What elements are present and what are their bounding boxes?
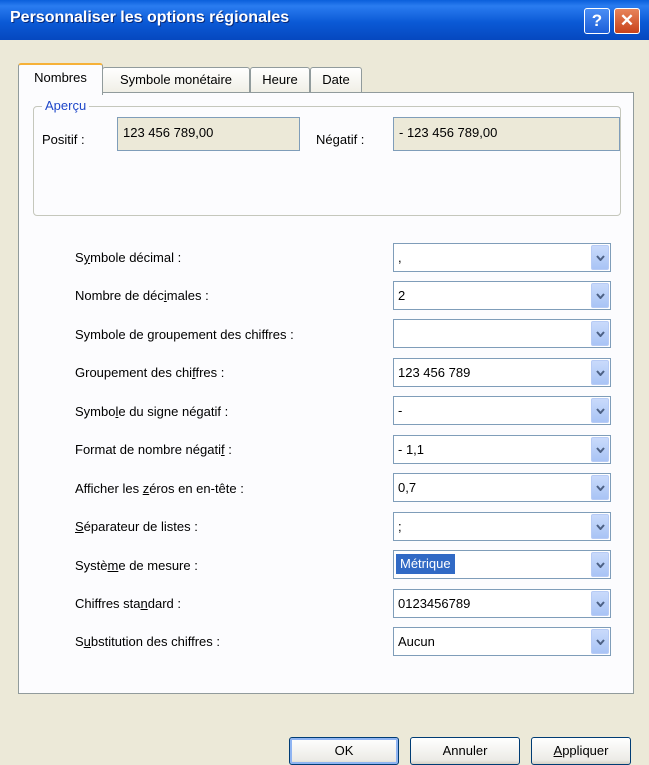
digit-substitution-combo[interactable]: Aucun [393,627,611,656]
chevron-down-icon[interactable] [591,437,609,462]
chevron-down-icon[interactable] [591,360,609,385]
combo-value: ; [398,519,402,534]
negative-preview: - 123 456 789,00 [393,117,620,151]
dialog-body: Nombres Symbole monétaire Heure Date Ape… [6,40,649,765]
combo-value: 123 456 789 [398,365,471,380]
label-standard-digits: Chiffres standard : [75,596,181,611]
preview-legend: Aperçu [42,98,90,113]
combo-value-selected: Métrique [396,554,455,574]
tab-heure[interactable]: Heure [250,67,310,92]
decimal-count-combo[interactable]: 2 [393,281,611,310]
negative-format-combo[interactable]: - 1,1 [393,435,611,464]
close-button[interactable]: ✕ [614,8,640,34]
digit-grouping-combo[interactable]: 123 456 789 [393,358,611,387]
leading-zeros-combo[interactable]: 0,7 [393,473,611,502]
combo-value: Aucun [398,634,435,649]
chevron-down-icon[interactable] [591,514,609,539]
label-digit-grouping: Groupement des chiffres : [75,365,225,380]
chevron-down-icon[interactable] [591,283,609,308]
chevron-down-icon[interactable] [591,629,609,654]
positive-preview: 123 456 789,00 [117,117,300,151]
grouping-symbol-combo[interactable] [393,319,611,348]
preview-group: Aperçu Positif : 123 456 789,00 Négatif … [33,98,621,216]
decimal-symbol-combo[interactable]: , [393,243,611,272]
label-list-separator: Séparateur de listes : [75,519,198,534]
combo-value: 0123456789 [398,596,471,611]
cancel-button[interactable]: Annuler [410,737,520,765]
label-decimal-symbol: Symbole décimal : [75,250,182,265]
tab-symbole-monetaire[interactable]: Symbole monétaire [102,67,250,92]
label-grouping-symbol: Symbole de groupement des chiffres : [75,327,294,342]
measurement-system-combo[interactable]: Métrique [393,550,611,579]
help-button[interactable]: ? [584,8,610,34]
label-measurement-system: Système de mesure : [75,558,198,573]
apply-button[interactable]: Appliquer [531,737,631,765]
chevron-down-icon[interactable] [591,552,609,577]
chevron-down-icon[interactable] [591,591,609,616]
negative-label: Négatif : [316,132,365,147]
list-separator-combo[interactable]: ; [393,512,611,541]
chevron-down-icon[interactable] [591,475,609,500]
tab-nombres[interactable]: Nombres [18,63,103,95]
label-leading-zeros: Afficher les zéros en en-tête : [75,481,244,496]
title-bar: Personnaliser les options régionales ? ✕ [0,0,649,40]
negative-sign-combo[interactable]: - [393,396,611,425]
combo-value: - 1,1 [398,442,425,457]
combo-value: - [398,403,403,418]
label-negative-sign: Symbole du signe négatif : [75,404,229,419]
combo-value: 2 [398,288,406,303]
chevron-down-icon[interactable] [591,245,609,270]
window-title: Personnaliser les options régionales [10,9,290,26]
chevron-down-icon[interactable] [591,398,609,423]
label-negative-format: Format de nombre négatif : [75,442,232,457]
tab-date[interactable]: Date [310,67,362,92]
label-decimal-count: Nombre de décimales : [75,288,209,303]
combo-value: , [398,250,402,265]
standard-digits-combo[interactable]: 0123456789 [393,589,611,618]
label-digit-substitution: Substitution des chiffres : [75,634,221,649]
positive-label: Positif : [42,132,85,147]
tab-panel-nombres: Aperçu Positif : 123 456 789,00 Négatif … [18,92,634,694]
combo-value: 0,7 [398,480,417,495]
ok-button[interactable]: OK [289,737,399,765]
chevron-down-icon[interactable] [591,321,609,346]
